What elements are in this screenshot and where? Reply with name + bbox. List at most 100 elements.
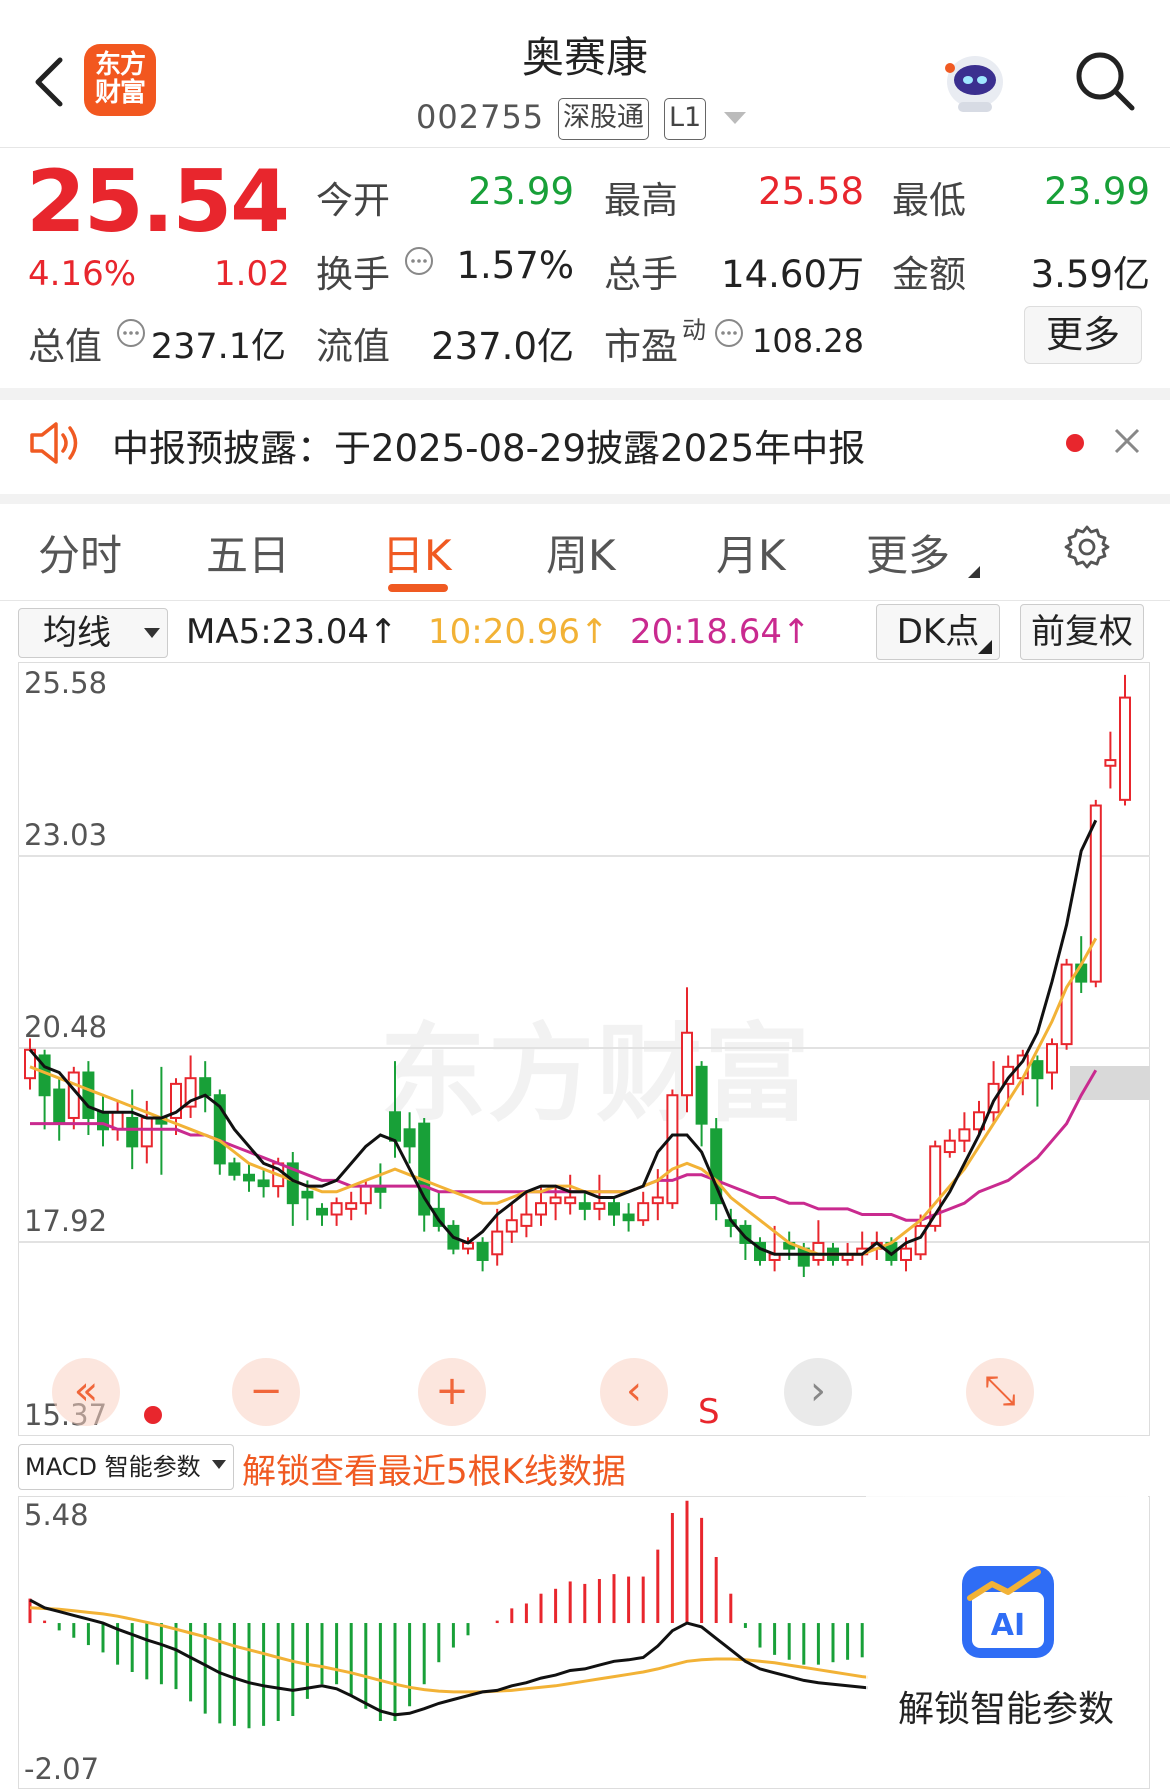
candle-down xyxy=(403,1128,416,1148)
step-right-button[interactable]: › xyxy=(784,1358,852,1426)
ma20-value: 20:18.64↑ xyxy=(630,612,811,652)
low-value: 23.99 xyxy=(1044,170,1150,213)
candle-up xyxy=(1046,1043,1058,1074)
candle-up xyxy=(593,1202,606,1210)
candle-up xyxy=(505,1219,518,1233)
pe-label: 市盈 xyxy=(604,325,678,368)
zoom-out-button[interactable]: − xyxy=(232,1358,300,1426)
high-label: 最高 xyxy=(604,179,678,222)
settings-gear-icon[interactable] xyxy=(1064,524,1110,570)
candle-down xyxy=(301,1190,314,1199)
zoom-in-button[interactable]: + xyxy=(418,1358,486,1426)
candle-up xyxy=(520,1213,533,1227)
candle-up xyxy=(1089,804,1102,983)
candle-up xyxy=(535,1202,547,1216)
more-quote-button[interactable]: 更多 xyxy=(1024,306,1142,364)
ai-chart-icon[interactable]: AI xyxy=(958,1562,1058,1662)
ma10-value: 10:20.96↑ xyxy=(428,612,609,652)
candle-down xyxy=(199,1077,212,1097)
candle-down xyxy=(126,1116,139,1148)
market-cap-label: 总值 xyxy=(28,325,102,368)
macd-select-caret-icon xyxy=(212,1460,226,1469)
high-value: 25.58 xyxy=(758,170,864,213)
ai-unlock-text: 解锁智能参数 xyxy=(898,1689,1115,1730)
candle-up xyxy=(564,1196,577,1205)
change-percent: 4.16% xyxy=(28,254,137,294)
candle-up xyxy=(359,1185,372,1205)
market-cap-value: 237.1亿 xyxy=(150,327,286,367)
macd-indicator-select[interactable]: MACD 智能参数 xyxy=(18,1444,234,1490)
float-cap-label: 流值 xyxy=(316,325,390,368)
tab-more[interactable]: 更多 xyxy=(866,522,950,583)
dk-corner-icon xyxy=(978,640,992,654)
ma-select-caret-icon xyxy=(144,628,160,638)
ai-assistant-robot-icon[interactable] xyxy=(940,46,1010,116)
section-divider xyxy=(0,388,1170,400)
logo-text-line1: 东方 xyxy=(94,50,146,80)
tab-weekly-k[interactable]: 周K xyxy=(546,522,616,583)
section-divider xyxy=(0,494,1170,504)
candle-down xyxy=(622,1213,635,1222)
candle-down xyxy=(1031,1060,1044,1080)
candle-up xyxy=(666,1094,679,1205)
tab-five-day[interactable]: 五日 xyxy=(206,522,290,583)
dif-line xyxy=(29,1598,868,1717)
tab-more-caret-icon xyxy=(968,566,980,578)
macd-chart xyxy=(28,1500,868,1729)
close-notice-icon[interactable] xyxy=(1112,426,1142,456)
stock-switch-dropdown-icon[interactable] xyxy=(724,112,746,124)
candle-up xyxy=(1104,759,1117,767)
candle-up xyxy=(900,1247,912,1261)
tab-monthly-k[interactable]: 月K xyxy=(716,522,786,583)
active-tab-indicator xyxy=(388,584,448,592)
volume-label: 总手 xyxy=(604,253,678,296)
candle-down xyxy=(228,1162,241,1176)
earnings-notice-text[interactable]: 中报预披露：于2025-08-29披露2025年中报 xyxy=(112,418,865,472)
candle-up xyxy=(958,1128,971,1142)
turnover-value: 1.57% xyxy=(456,244,574,287)
amount-label: 金额 xyxy=(892,253,966,296)
candle-down xyxy=(476,1241,489,1261)
tab-daily-k[interactable]: 日K xyxy=(382,522,452,583)
candle-down xyxy=(82,1071,95,1119)
speaker-icon xyxy=(30,422,78,464)
step-left-button[interactable]: ‹ xyxy=(600,1358,668,1426)
candle-down xyxy=(53,1088,66,1125)
kline-chart xyxy=(18,674,1150,1278)
amount-value: 3.59亿 xyxy=(1030,253,1150,296)
y-axis-label: 20.48 xyxy=(24,1010,108,1044)
app-logo[interactable]: 东方 财富 xyxy=(84,44,156,116)
logo-text-line2: 财富 xyxy=(94,78,146,108)
back-arrow-icon[interactable] xyxy=(28,52,68,112)
search-icon[interactable] xyxy=(1072,48,1136,112)
tab-intraday[interactable]: 分时 xyxy=(38,522,122,583)
current-price: 25.54 xyxy=(26,152,290,252)
price-adjust-button[interactable]: 前复权 xyxy=(1020,604,1144,660)
scroll-left-fast-button[interactable]: « xyxy=(52,1358,120,1426)
signal-dot xyxy=(144,1406,162,1424)
unlock-recent-k-link[interactable]: 解锁查看最近5根K线数据 xyxy=(242,1444,626,1493)
y-axis-label: 17.92 xyxy=(24,1204,108,1238)
market-tag: 深股通 xyxy=(558,98,649,140)
stock-name: 奥赛康 xyxy=(521,33,648,82)
open-label: 今开 xyxy=(316,179,390,222)
candle-up xyxy=(651,1196,664,1205)
market-cap-info-icon[interactable] xyxy=(116,318,146,348)
sell-signal-mark: S xyxy=(698,1392,720,1432)
candle-up xyxy=(943,1139,956,1154)
candle-up xyxy=(1119,696,1131,801)
turnover-label: 换手 xyxy=(316,253,390,296)
fullscreen-button[interactable]: ⤡ xyxy=(966,1358,1034,1426)
pe-superscript: 动 xyxy=(682,316,706,344)
macd-y-axis-label: 5.48 xyxy=(24,1498,89,1532)
y-axis-label: 25.58 xyxy=(24,666,108,700)
pe-info-icon[interactable] xyxy=(714,318,744,348)
volume-value: 14.60万 xyxy=(721,253,864,296)
tab-bar-divider xyxy=(0,600,1170,601)
candle-up xyxy=(491,1230,504,1256)
candle-down xyxy=(316,1207,328,1216)
stock-code: 002755 xyxy=(416,98,545,136)
y-axis-label: 23.03 xyxy=(24,818,108,852)
turnover-info-icon[interactable] xyxy=(404,246,434,276)
unread-dot xyxy=(1066,434,1084,452)
